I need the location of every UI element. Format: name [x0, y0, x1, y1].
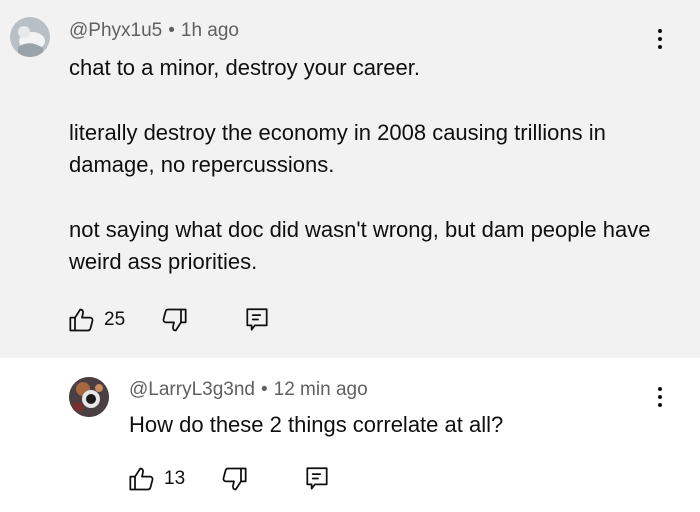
username[interactable]: @Phyx1u5: [69, 20, 162, 41]
avatar[interactable]: [69, 377, 109, 417]
like-count: 25: [104, 309, 126, 330]
comment-meta: @Phyx1u5 • 1h ago: [69, 20, 239, 42]
like-button[interactable]: 25: [68, 303, 125, 337]
more-options-icon[interactable]: [650, 25, 670, 55]
more-options-icon[interactable]: [650, 383, 670, 413]
comment-meta: @LarryL3g3nd • 12 min ago: [129, 379, 368, 401]
like-button[interactable]: 13: [128, 462, 185, 496]
comment-text: chat to a minor, destroy your career. li…: [69, 52, 669, 278]
username[interactable]: @LarryL3g3nd: [129, 379, 255, 400]
thumbs-down-icon: [160, 306, 188, 334]
comment-paragraph: chat to a minor, destroy your career.: [69, 55, 420, 80]
meta-separator: •: [168, 20, 175, 41]
thumbs-up-icon: [68, 306, 96, 334]
timestamp[interactable]: 12 min ago: [274, 379, 368, 400]
dislike-button[interactable]: [220, 462, 248, 496]
reply-comment-icon: [304, 465, 330, 493]
dislike-button[interactable]: [160, 303, 188, 337]
comment-paragraph: not saying what doc did wasn't wrong, bu…: [69, 217, 651, 274]
meta-separator: •: [260, 379, 268, 400]
reply-button[interactable]: [244, 303, 270, 337]
reply-comment-icon: [244, 306, 270, 334]
comment-paragraph: How do these 2 things correlate at all?: [129, 412, 504, 437]
comment-paragraph: literally destroy the economy in 2008 ca…: [69, 120, 606, 177]
comment-highlighted: @Phyx1u5 • 1h ago chat to a minor, destroy…: [0, 0, 700, 358]
thumbs-up-icon: [128, 465, 156, 493]
reply-button[interactable]: [304, 462, 330, 496]
timestamp[interactable]: 1h ago: [181, 20, 239, 41]
thumbs-down-icon: [220, 465, 248, 493]
comment-text: How do these 2 things correlate at all?: [129, 409, 669, 441]
avatar[interactable]: [10, 17, 50, 57]
like-count: 13: [164, 468, 186, 489]
